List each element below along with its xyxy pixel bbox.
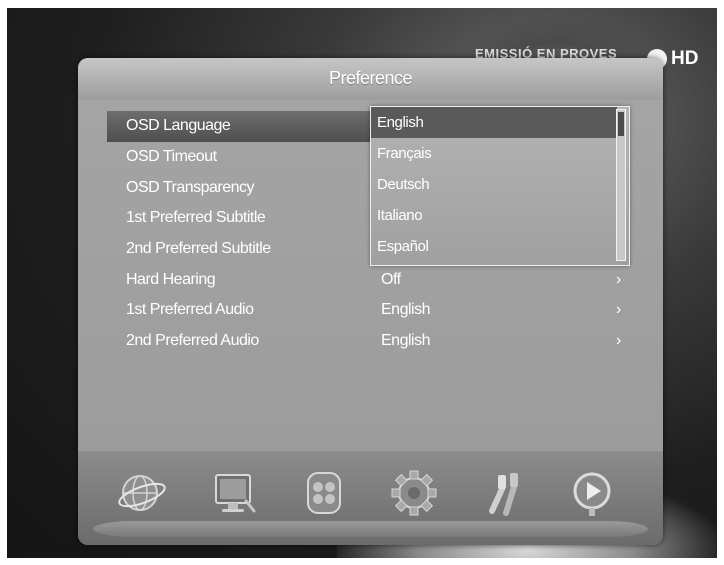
menu-row-2nd-preferred-audio[interactable]: 2nd Preferred Audio English › [111,326,621,357]
scrollbar-thumb[interactable] [618,112,624,136]
menu-row-label: 1st Preferred Audio [126,301,254,319]
language-dropdown[interactable]: English Français Deutsch Italiano Españo… [370,106,630,266]
dropdown-option-deutsch[interactable]: Deutsch [371,169,617,200]
menu-row-label: 2nd Preferred Subtitle [126,240,271,258]
menu-row-label: OSD Transparency [126,178,255,196]
dropdown-scrollbar[interactable] [616,109,626,261]
menu-row-value: English [381,332,430,350]
menu-row-1st-preferred-audio[interactable]: 1st Preferred Audio English › [111,295,621,326]
chevron-right-icon[interactable]: › [616,271,621,289]
monitor-icon[interactable] [208,467,260,519]
category-icon-bar [78,451,663,545]
dialog-title: Preference [78,58,663,100]
menu-row-hard-hearing[interactable]: Hard Hearing Off › [111,264,621,295]
connector-cables-icon[interactable] [478,467,530,519]
menu-row-value: Off [381,270,401,288]
menu-row-label: 1st Preferred Subtitle [126,209,266,227]
menu-row-label: Hard Hearing [126,270,216,288]
dropdown-option-english[interactable]: English [371,107,617,138]
menu-row-label: 2nd Preferred Audio [126,332,259,350]
dropdown-option-espanol[interactable]: Español [371,231,617,262]
globe-icon[interactable] [116,467,168,519]
menu-row-label: OSD Language [126,117,231,135]
hd-label: HD [671,48,699,69]
menu-row-value: English [381,301,430,319]
dropdown-option-francais[interactable]: Français [371,138,617,169]
chevron-right-icon[interactable]: › [616,332,621,350]
gear-icon[interactable] [388,467,440,519]
media-play-icon[interactable] [566,467,618,519]
menu-row-label: OSD Timeout [126,148,217,166]
dropdown-option-italiano[interactable]: Italiano [371,200,617,231]
preference-dialog: Preference OSD Language OSD Timeout OSD … [78,58,663,545]
chevron-right-icon[interactable]: › [616,301,621,319]
film-reel-icon[interactable] [298,467,350,519]
